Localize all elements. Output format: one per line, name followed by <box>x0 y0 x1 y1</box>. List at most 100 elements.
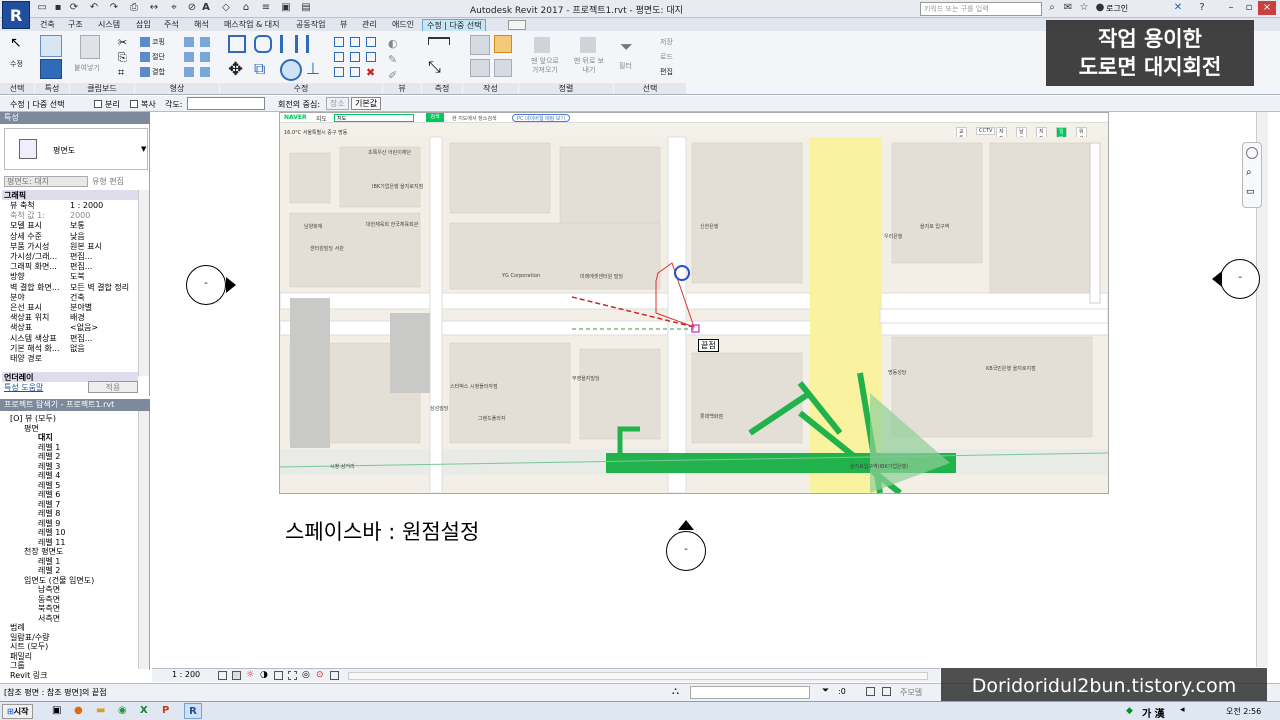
browser-node[interactable]: 레벨 10 <box>4 528 138 538</box>
tab-addins[interactable]: 애드인 <box>388 19 418 31</box>
browser-node[interactable]: 레벨 2 <box>4 452 138 462</box>
paste-icon[interactable] <box>80 35 100 59</box>
type-properties-icon[interactable] <box>40 59 62 79</box>
browser-node[interactable]: 북측면 <box>4 604 138 614</box>
cope-icon[interactable] <box>140 37 150 47</box>
filter-label[interactable]: 필터 <box>619 61 632 71</box>
scale-icon[interactable] <box>350 52 360 62</box>
graphics-section[interactable]: 그래픽 <box>2 190 138 200</box>
tab-analyze[interactable]: 해석 <box>190 19 213 31</box>
tab-collaborate[interactable]: 공동작업 <box>292 19 329 31</box>
panel-measure[interactable]: 측정 <box>422 83 462 94</box>
property-row[interactable]: 모델 표시 보통 <box>2 221 138 231</box>
selection-save[interactable]: 저장 <box>660 37 673 47</box>
modify-label[interactable]: 수정 <box>10 59 23 69</box>
property-row[interactable]: 그래픽 화면... 편집... <box>2 262 138 272</box>
analytical-icon[interactable] <box>330 671 339 680</box>
ime-indicator[interactable]: 가 漢 <box>1142 705 1165 720</box>
worksets-icon[interactable]: ⛬ <box>672 686 679 697</box>
split-element-icon[interactable] <box>334 37 344 47</box>
browser-node[interactable]: 천장 평면도 <box>4 547 138 557</box>
properties-icon[interactable] <box>40 35 62 57</box>
property-value[interactable]: 없음 <box>70 344 140 354</box>
tab-systems[interactable]: 시스템 <box>94 19 124 31</box>
chrome-icon[interactable]: ◉ <box>118 705 127 716</box>
cut-geometry-icon[interactable] <box>140 52 150 62</box>
browser-node[interactable]: 레벨 11 <box>4 538 138 548</box>
property-value[interactable]: 분야별 <box>70 303 140 313</box>
property-row[interactable]: 상세 수준 낮음 <box>2 232 138 242</box>
remove-paint-icon[interactable] <box>200 67 210 77</box>
property-row[interactable]: 축척 값 1: 2000 <box>2 211 138 221</box>
property-row[interactable]: 가시성/그래... 편집... <box>2 252 138 262</box>
browser-node[interactable]: 레벨 2 <box>4 566 138 576</box>
wall-joins-icon[interactable] <box>184 37 194 47</box>
view-override-icon[interactable]: ✎ <box>388 53 397 66</box>
revit-taskbar-icon[interactable]: R <box>184 703 202 719</box>
property-value[interactable]: 편집... <box>70 262 140 272</box>
angle-input[interactable] <box>187 97 265 110</box>
clock[interactable]: 오전 2:56 <box>1226 706 1261 717</box>
property-row[interactable]: 방향 도북 <box>2 272 138 282</box>
panel-selection[interactable]: 선택 <box>614 83 686 94</box>
browser-node[interactable]: 레벨 1 <box>4 557 138 567</box>
section-icon[interactable]: ⌂ <box>240 2 252 14</box>
tab-manage[interactable]: 관리 <box>358 19 381 31</box>
cut-icon[interactable]: ✂ <box>118 36 127 49</box>
property-value[interactable]: 1 : 2000 <box>70 201 140 211</box>
panel-view[interactable]: 뷰 <box>383 83 421 94</box>
revit-logo[interactable]: R <box>2 1 30 29</box>
folder-icon[interactable]: ▬ <box>96 705 105 716</box>
property-row[interactable]: 은선 표시 분야별 <box>2 303 138 313</box>
browser-node[interactable]: 동측면 <box>4 595 138 605</box>
browser-node[interactable]: 서측면 <box>4 614 138 624</box>
switch-windows-icon[interactable]: ▤ <box>300 2 312 14</box>
favorites-icon[interactable]: ☆ <box>1078 2 1090 14</box>
property-row[interactable]: 기본 해석 화... 없음 <box>2 344 138 354</box>
tab-structure[interactable]: 구조 <box>64 19 87 31</box>
property-value[interactable]: 도북 <box>70 272 140 282</box>
sync-icon[interactable]: ⟳ <box>68 2 80 14</box>
show-desktop-icon[interactable]: ▣ <box>52 705 61 716</box>
browser-node[interactable]: 시트 (모두) <box>4 642 138 652</box>
save-icon[interactable]: ▪ <box>52 2 64 14</box>
browser-node[interactable]: 레벨 3 <box>4 462 138 472</box>
subscription-icon[interactable]: ✉ <box>1062 2 1074 14</box>
property-value[interactable]: 보통 <box>70 221 140 231</box>
map-image[interactable]: NAVER 지도 지도 검색 현 지도에서 장소검색 PC 네이버웹 매핑 보기… <box>279 112 1109 494</box>
match-properties-icon[interactable]: ⌗ <box>118 66 124 80</box>
tray-volume-icon[interactable]: ◂ <box>1180 705 1185 715</box>
property-value[interactable]: 낮음 <box>70 232 140 242</box>
property-value[interactable]: 모든 벽 결합 정리 <box>70 283 140 293</box>
property-row[interactable]: 부품 가시성 원본 표시 <box>2 242 138 252</box>
mirror-axis-icon[interactable] <box>280 35 298 53</box>
tray-network-icon[interactable]: ◆ <box>1126 706 1133 716</box>
send-back-label[interactable]: 맨 뒤로 보내기 <box>572 57 606 75</box>
create-parts-icon[interactable] <box>470 59 490 77</box>
visual-style-icon[interactable] <box>232 671 241 680</box>
browser-node[interactable]: Revit 링크 <box>4 671 138 681</box>
undo-icon[interactable]: ↶ <box>88 2 100 14</box>
bring-front-icon[interactable] <box>534 37 550 53</box>
trim-icon[interactable]: ⊥ <box>306 59 320 78</box>
view-hide-icon[interactable]: ◐ <box>388 37 398 50</box>
default-button[interactable]: 기본값 <box>351 97 382 110</box>
copy-checkbox[interactable] <box>130 100 138 108</box>
property-row[interactable]: 분야 건축 <box>2 293 138 303</box>
offset-icon[interactable] <box>254 35 272 53</box>
zoom-region-icon[interactable]: ▭ <box>1246 187 1255 197</box>
paste-label[interactable]: 붙여넣기 <box>74 63 100 73</box>
workset-select[interactable] <box>690 686 810 699</box>
view-selector[interactable]: 평면도: 대지 <box>4 176 88 187</box>
move-icon[interactable]: ✥ <box>228 59 243 80</box>
split-face-icon[interactable] <box>200 37 210 47</box>
delete-icon[interactable]: ✖ <box>366 66 375 79</box>
redo-icon[interactable]: ↷ <box>108 2 120 14</box>
user-icon[interactable]: ● <box>1094 2 1106 14</box>
reveal-hidden-icon[interactable]: ⊙ <box>316 670 324 680</box>
view-scale[interactable]: 1 : 200 <box>172 670 200 679</box>
exchange-icon[interactable]: ✕ <box>1172 2 1184 14</box>
browser-node[interactable]: 그룹 <box>4 661 138 671</box>
crop-view-icon[interactable] <box>274 671 283 680</box>
edit-type-button[interactable]: 유형 편집 <box>92 176 124 187</box>
